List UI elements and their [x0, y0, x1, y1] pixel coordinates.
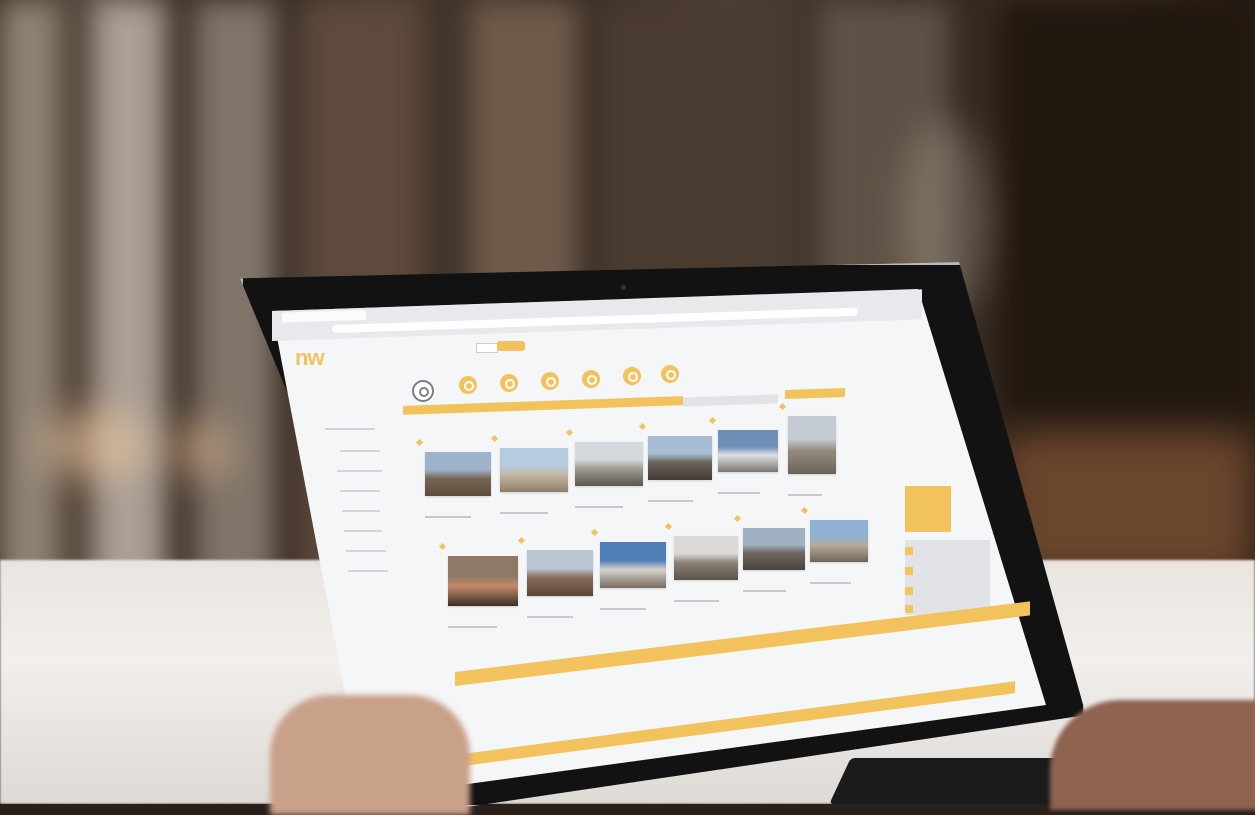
- favorite-icon[interactable]: [800, 506, 809, 515]
- photo-thumbnail[interactable]: [500, 448, 568, 492]
- photo-caption: [600, 608, 646, 610]
- sidebar-item[interactable]: [346, 550, 386, 552]
- photo-caption: [674, 600, 719, 602]
- circle-icon[interactable]: [500, 374, 518, 392]
- cart-icon[interactable]: [661, 365, 679, 383]
- list-bullet: [905, 567, 913, 575]
- favorite-icon[interactable]: [638, 422, 647, 431]
- sidebar-item[interactable]: [340, 490, 380, 492]
- browser-chrome: [272, 289, 922, 341]
- browser-tab[interactable]: [282, 309, 366, 323]
- photo-thumbnail[interactable]: [527, 550, 593, 596]
- footer-banner: [455, 601, 1030, 686]
- favorite-icon[interactable]: [664, 522, 673, 531]
- search-input[interactable]: [476, 343, 498, 353]
- list-bullet: [905, 547, 913, 555]
- side-list-panel: [905, 540, 990, 615]
- pagination-bar[interactable]: [785, 387, 845, 400]
- photo-caption: [448, 626, 497, 628]
- circle-icon[interactable]: [623, 367, 641, 385]
- favorite-icon[interactable]: [778, 402, 787, 411]
- circle-icon[interactable]: [541, 372, 559, 390]
- right-hand: [1050, 700, 1255, 810]
- sidebar-item[interactable]: [344, 530, 382, 532]
- photo-thumbnail[interactable]: [674, 536, 738, 580]
- sidebar-item[interactable]: [348, 570, 388, 572]
- sidebar-dropdown[interactable]: [325, 428, 375, 430]
- favorite-icon[interactable]: [490, 434, 499, 443]
- photo-thumbnail[interactable]: [788, 416, 836, 474]
- left-hand: [270, 695, 470, 815]
- laptop: nw: [0, 0, 1255, 815]
- photo-caption: [425, 516, 471, 518]
- photo-thumbnail[interactable]: [425, 452, 491, 496]
- laptop-keyboard: [829, 758, 1081, 804]
- sidebar-item[interactable]: [340, 450, 380, 452]
- photo-thumbnail[interactable]: [648, 436, 712, 480]
- filter-bar: [683, 394, 778, 407]
- photo-thumbnail[interactable]: [810, 520, 868, 562]
- site-logo[interactable]: nw: [295, 345, 325, 371]
- website-ui: nw: [0, 0, 1255, 804]
- photo-thumbnail[interactable]: [575, 442, 643, 486]
- photo-caption: [527, 616, 573, 618]
- circle-icon[interactable]: [582, 370, 600, 388]
- photo-caption: [810, 582, 851, 584]
- favorite-icon[interactable]: [708, 416, 717, 425]
- photo-caption: [743, 590, 786, 592]
- address-bar[interactable]: [332, 307, 858, 334]
- sidebar-item[interactable]: [337, 470, 382, 472]
- favorite-icon[interactable]: [517, 536, 526, 545]
- favorite-icon[interactable]: [733, 514, 742, 523]
- favorite-icon[interactable]: [415, 438, 424, 447]
- photo-caption: [575, 506, 623, 508]
- category-bar: [403, 396, 683, 415]
- photo-caption: [788, 494, 822, 496]
- home-icon[interactable]: [412, 380, 434, 402]
- circle-icon[interactable]: [459, 376, 477, 394]
- footer-bar: [455, 681, 1015, 767]
- photo-thumbnail[interactable]: [448, 556, 518, 606]
- sidebar-item[interactable]: [342, 510, 380, 512]
- favorite-icon[interactable]: [590, 528, 599, 537]
- favorite-icon[interactable]: [438, 542, 447, 551]
- list-bullet: [905, 587, 913, 595]
- promo-card[interactable]: [905, 486, 951, 532]
- photo-caption: [718, 492, 760, 494]
- photo-thumbnail[interactable]: [743, 528, 805, 570]
- favorite-icon[interactable]: [565, 428, 574, 437]
- search-button[interactable]: [497, 341, 525, 351]
- photo-thumbnail[interactable]: [600, 542, 666, 588]
- photo-caption: [648, 500, 693, 502]
- list-bullet: [905, 605, 913, 613]
- photo-thumbnail[interactable]: [718, 430, 778, 472]
- photo-caption: [500, 512, 548, 514]
